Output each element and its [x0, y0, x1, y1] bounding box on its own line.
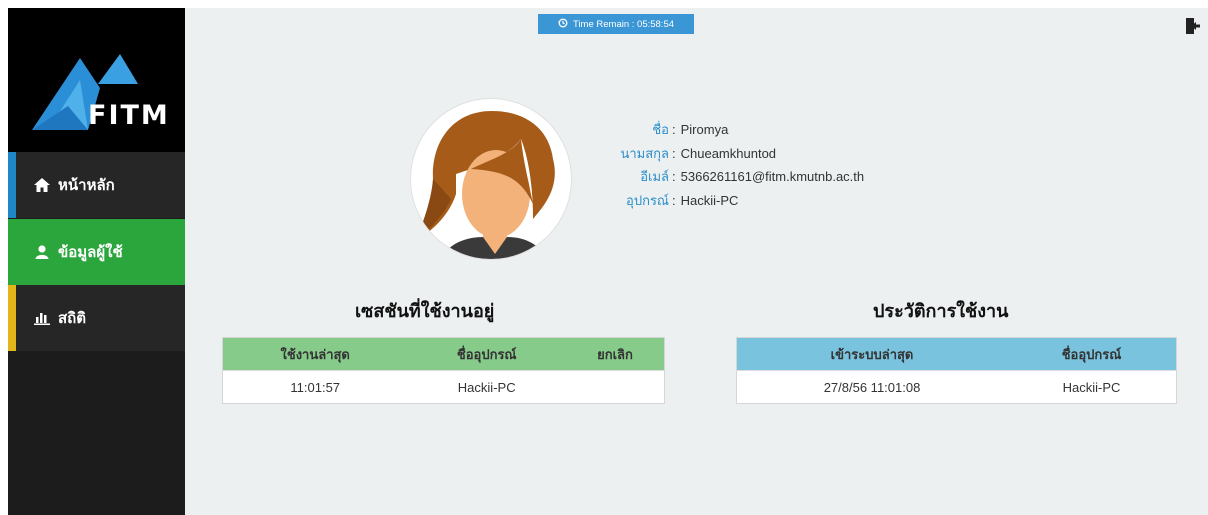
cancel-session-cell[interactable]: [565, 370, 665, 404]
table-row: 11:01:57 Hackii-PC: [222, 370, 665, 404]
sidebar-item-home[interactable]: หน้าหลัก: [8, 152, 185, 218]
table-cell: 27/8/56 11:01:08: [736, 370, 1007, 404]
table-cell: 11:01:57: [222, 370, 408, 404]
column-header: ชื่ออุปกรณ์: [1007, 337, 1177, 371]
email-value: 5366261161@fitm.kmutnb.ac.th: [680, 169, 865, 185]
column-header: ยกเลิก: [565, 337, 665, 371]
column-header: ใช้งานล่าสุด: [222, 337, 408, 371]
last-name-row: นามสกุล: Chueamkhuntod: [574, 142, 864, 166]
avatar: [410, 98, 572, 260]
table-cell: Hackii-PC: [1007, 370, 1177, 404]
sidebar-item-statistics[interactable]: สถิติ: [8, 285, 185, 351]
first-name-value: Piromya: [680, 122, 729, 138]
home-icon: [34, 177, 50, 193]
user-icon: [34, 244, 50, 260]
email-row: อีเมล์: 5366261161@fitm.kmutnb.ac.th: [574, 165, 864, 189]
column-header: เข้าระบบล่าสุด: [736, 337, 1007, 371]
sidebar-item-label: หน้าหลัก: [58, 176, 115, 194]
first-name-row: ชื่อ: Piromya: [574, 118, 864, 142]
table-row: 27/8/56 11:01:08 Hackii-PC: [736, 370, 1177, 404]
last-name-label: นามสกุล: [620, 145, 669, 161]
usage-history-title: ประวัติการใช้งาน: [873, 301, 1009, 322]
device-value: Hackii-PC: [680, 192, 739, 208]
email-label: อีเมล์: [640, 169, 669, 185]
active-sessions-title: เซสชันที่ใช้งานอยู่: [355, 301, 495, 322]
female-avatar-icon: [419, 111, 555, 259]
first-name-label: ชื่อ: [652, 122, 669, 138]
sidebar-item-label: ข้อมูลผู้ใช้: [58, 243, 123, 261]
main-content: [8, 8, 1208, 515]
device-row: อุปกรณ์: Hackii-PC: [574, 189, 864, 213]
profile-info: ชื่อ: Piromya นามสกุล: Chueamkhuntod อีเ…: [574, 118, 864, 212]
active-sessions-table: ใช้งานล่าสุด ชื่ออุปกรณ์ ยกเลิก 11:01:57…: [222, 337, 665, 404]
sidebar: FITM หน้าหลัก ข้อมูลผู้ใช้ สถิติ: [8, 8, 185, 515]
time-remaining-badge: Time Remain : 05:58:54: [538, 14, 694, 34]
bar-chart-icon: [34, 310, 50, 326]
logout-button[interactable]: [1186, 17, 1200, 35]
history-icon: [558, 18, 568, 31]
last-name-value: Chueamkhuntod: [680, 145, 777, 161]
table-cell: Hackii-PC: [407, 370, 566, 404]
sidebar-item-label: สถิติ: [58, 309, 86, 327]
table-header-row: ใช้งานล่าสุด ชื่ออุปกรณ์ ยกเลิก: [222, 337, 665, 371]
table-header-row: เข้าระบบล่าสุด ชื่ออุปกรณ์: [736, 337, 1177, 371]
sign-out-icon: [1186, 18, 1200, 34]
time-remaining-text: Time Remain : 05:58:54: [572, 18, 675, 30]
device-label: อุปกรณ์: [626, 192, 669, 208]
logo[interactable]: FITM: [8, 8, 185, 152]
usage-history-table: เข้าระบบล่าสุด ชื่ออุปกรณ์ 27/8/56 11:01…: [736, 337, 1177, 404]
sidebar-item-user-info[interactable]: ข้อมูลผู้ใช้: [8, 219, 185, 285]
logo-text: FITM: [88, 100, 170, 131]
column-header: ชื่ออุปกรณ์: [407, 337, 566, 371]
